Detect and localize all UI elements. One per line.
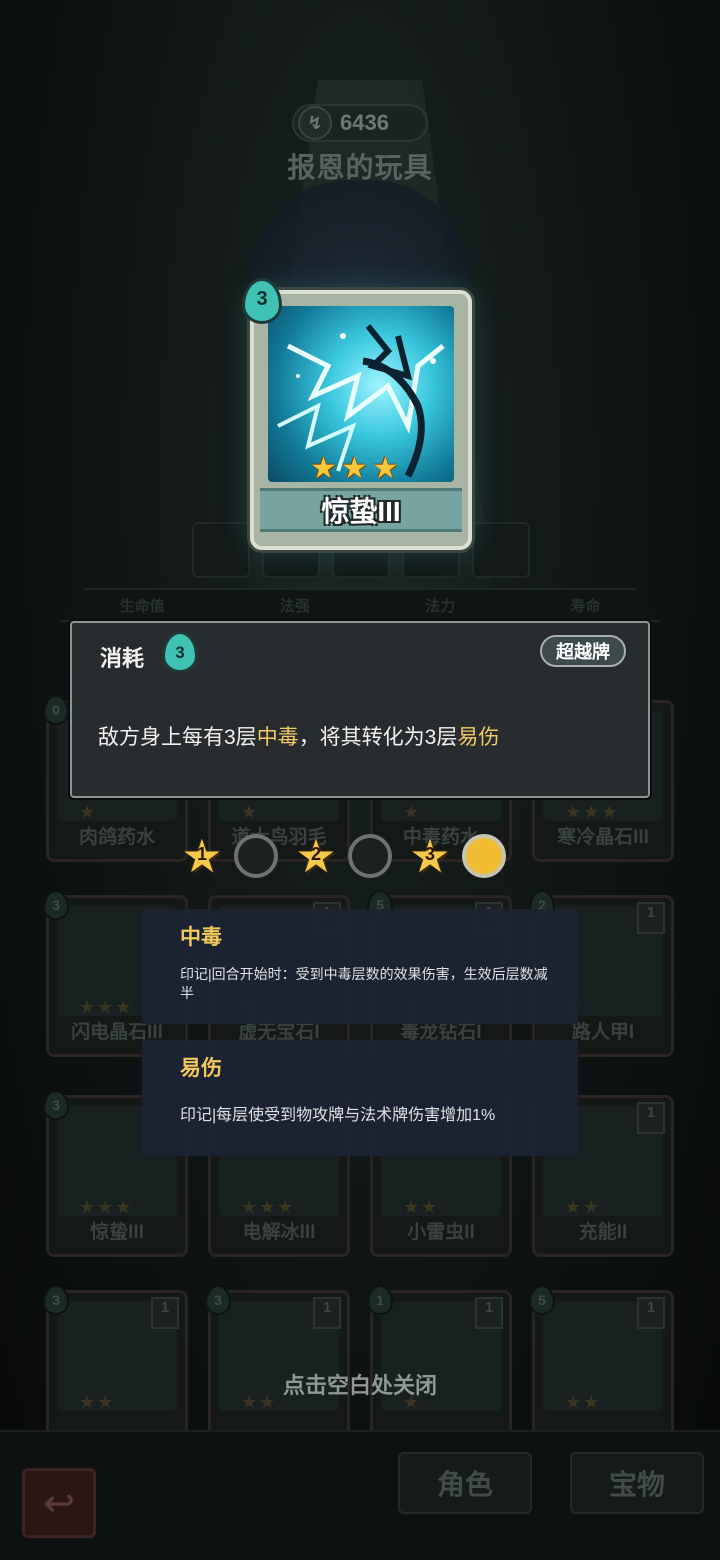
level-number: 2 bbox=[310, 844, 321, 864]
grid-card-name: 小雷虫II bbox=[407, 1222, 475, 1243]
grid-card-cost: 3 bbox=[43, 1285, 69, 1315]
grid-card-stars: ★★★ bbox=[79, 997, 134, 1017]
upgrade-level-selector: ★ 1 ★ 2 ★ 3 bbox=[180, 830, 506, 882]
grid-card-stars: ★★★ bbox=[241, 1197, 296, 1217]
grid-card-cost: 5 bbox=[529, 1285, 555, 1315]
grid-card-cost: 1 bbox=[367, 1285, 393, 1315]
power-icon: ↯ bbox=[298, 106, 332, 140]
level-star-icon: ★ 1 bbox=[181, 830, 223, 882]
power-value: 6436 bbox=[340, 110, 389, 135]
grid-card-cost: 3 bbox=[205, 1285, 231, 1315]
card-name: 惊蛰III bbox=[321, 496, 401, 527]
level-star-icon: ★ 3 bbox=[409, 830, 451, 882]
cost-label: 消耗 bbox=[100, 646, 145, 671]
grid-card-cost: 3 bbox=[43, 890, 69, 920]
grid-card-name: 电解冰III bbox=[242, 1222, 316, 1243]
grid-card-count: 1 bbox=[637, 1297, 665, 1329]
grid-card-stars: ★★ bbox=[565, 1197, 602, 1217]
card-detail-popup[interactable]: 消耗 3 超越牌 敌方身上每有3层中毒，将其转化为3层易伤 bbox=[70, 621, 650, 798]
grid-card-stars: ★★★ bbox=[565, 802, 620, 822]
grid-card-count: 1 bbox=[151, 1297, 179, 1329]
card-stars: ★ ★ ★ bbox=[310, 454, 399, 484]
level-star-icon: ★ 2 bbox=[295, 830, 337, 882]
keyword-description: 印记|每层使受到物攻牌与法术牌伤害增加1% bbox=[180, 1107, 496, 1124]
level-number: 1 bbox=[196, 844, 207, 864]
desc-text: 敌方身上每有3层 bbox=[98, 726, 257, 749]
grid-card-stars: ★ bbox=[79, 802, 98, 822]
level-2-radio[interactable] bbox=[348, 834, 392, 878]
keyword-title: 中毒 bbox=[180, 926, 222, 949]
grid-card-count: 1 bbox=[637, 902, 665, 934]
keyword-title: 易伤 bbox=[180, 1057, 222, 1080]
level-1-radio[interactable] bbox=[234, 834, 278, 878]
power-badge: ↯ 6436 bbox=[292, 104, 428, 142]
stat-label-lifespan: 寿命 bbox=[570, 597, 601, 615]
card-cost-badge: 3 bbox=[242, 278, 282, 324]
grid-card-stars: ★★★ bbox=[79, 1197, 134, 1217]
equip-slot[interactable] bbox=[192, 522, 250, 578]
desc-text: ，将其转化为3层 bbox=[298, 726, 458, 749]
featured-card[interactable]: ★ ★ ★ 惊蛰III bbox=[250, 290, 472, 550]
stat-label-mana: 法力 bbox=[425, 597, 456, 615]
grid-card-name: 惊蛰III bbox=[90, 1222, 144, 1243]
grid-card-stars: ★ bbox=[241, 802, 260, 822]
back-button[interactable]: ↩ bbox=[22, 1468, 96, 1538]
level-3-radio[interactable] bbox=[462, 834, 506, 878]
star-icon: ★ bbox=[371, 452, 399, 485]
grid-card-name: 充能II bbox=[578, 1222, 628, 1243]
grid-card-stars: ★★ bbox=[403, 1197, 440, 1217]
card-name-plate: 惊蛰III bbox=[260, 488, 462, 532]
level-number: 3 bbox=[424, 844, 435, 864]
close-hint: 点击空白处关闭 bbox=[282, 1373, 437, 1398]
grid-card-name: 寒冷晶石III bbox=[557, 827, 649, 848]
grid-card-stars: ★ bbox=[403, 802, 422, 822]
keyword-description: 印记|回合开始时：受到中毒层数的效果伤害，生效后层数减半 bbox=[180, 966, 548, 1001]
star-icon: ★ bbox=[340, 452, 368, 485]
grid-card-name: 肉鸽药水 bbox=[78, 827, 155, 848]
stat-label-hp: 生命值 bbox=[119, 597, 165, 615]
back-arrow-icon: ↩ bbox=[43, 1482, 75, 1525]
tab-role[interactable]: 角色 bbox=[398, 1452, 532, 1514]
keyword-tooltip-vulnerable: 易伤 印记|每层使受到物攻牌与法术牌伤害增加1% bbox=[142, 1040, 578, 1156]
popup-cost-value: 3 bbox=[175, 643, 185, 662]
grid-card-cost: 3 bbox=[43, 1090, 69, 1120]
star-icon: ★ bbox=[310, 452, 337, 485]
keyword-poison[interactable]: 中毒 bbox=[257, 726, 299, 749]
grid-card-count: 1 bbox=[475, 1297, 503, 1329]
card-type-tag: 超越牌 bbox=[540, 635, 626, 667]
stat-strip: 生命值 法强 法力 寿命 bbox=[60, 588, 660, 622]
keyword-vulnerable[interactable]: 易伤 bbox=[457, 726, 499, 749]
tab-treasure[interactable]: 宝物 bbox=[570, 1452, 704, 1514]
keyword-tooltip-poison: 中毒 印记|回合开始时：受到中毒层数的效果伤害，生效后层数减半 bbox=[142, 909, 578, 1024]
stat-label-spellpower: 法强 bbox=[279, 597, 310, 615]
equip-slot[interactable] bbox=[472, 522, 530, 578]
grid-card-cost: 0 bbox=[43, 695, 69, 725]
card-cost-value: 3 bbox=[256, 288, 268, 310]
grid-card-count: 1 bbox=[637, 1102, 665, 1134]
popup-cost-badge: 3 bbox=[162, 631, 198, 673]
grid-card-count: 1 bbox=[313, 1297, 341, 1329]
card-description: 敌方身上每有3层中毒，将其转化为3层易伤 bbox=[98, 721, 499, 751]
